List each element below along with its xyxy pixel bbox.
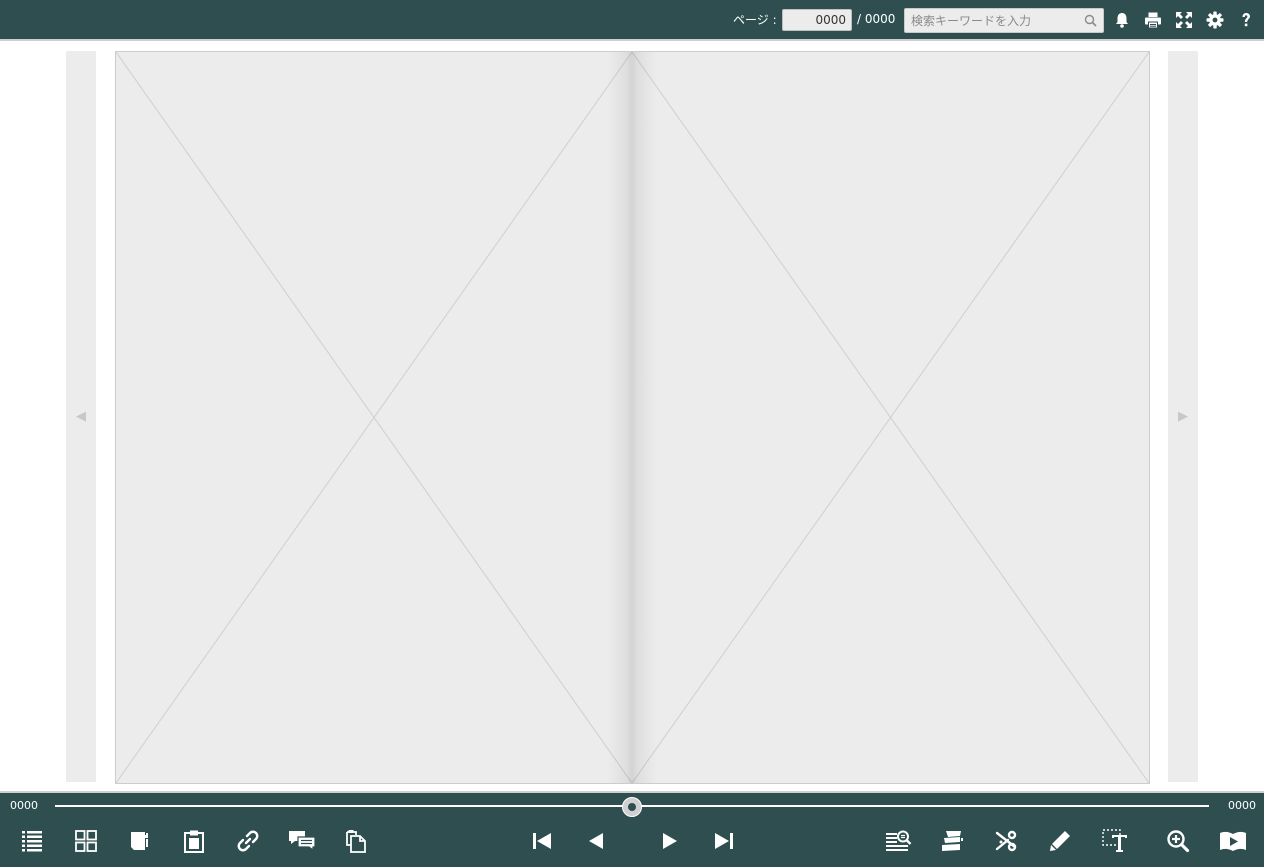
page-label: ページ : bbox=[733, 13, 777, 27]
chevron-right-icon: ▶ bbox=[1178, 409, 1188, 424]
page-spread[interactable] bbox=[115, 51, 1150, 784]
bell-icon[interactable] bbox=[1112, 10, 1132, 30]
table-of-contents-icon[interactable] bbox=[20, 829, 44, 853]
pen-icon[interactable] bbox=[1048, 829, 1072, 853]
thumbnails-icon[interactable] bbox=[74, 829, 98, 853]
search-box bbox=[904, 8, 1104, 33]
page-number-input[interactable] bbox=[782, 9, 852, 31]
page-slider-thumb[interactable] bbox=[622, 797, 642, 817]
first-page-icon[interactable] bbox=[530, 829, 554, 853]
help-icon[interactable] bbox=[1236, 10, 1256, 30]
book-gutter-shadow bbox=[607, 52, 657, 783]
copy-pages-icon[interactable] bbox=[344, 829, 368, 853]
zoom-in-icon[interactable] bbox=[1166, 829, 1190, 853]
prev-page-arrow[interactable]: ◀ bbox=[66, 51, 96, 782]
settings-icon[interactable] bbox=[1205, 10, 1225, 30]
page-total: / 0000 bbox=[857, 12, 896, 26]
comments-icon[interactable] bbox=[288, 829, 316, 853]
previous-page-icon[interactable] bbox=[584, 829, 608, 853]
last-page-icon[interactable] bbox=[712, 829, 736, 853]
bottom-toolbar: 0000 0000 bbox=[0, 791, 1264, 867]
text-select-icon[interactable] bbox=[1102, 829, 1127, 853]
search-input[interactable] bbox=[905, 9, 1080, 32]
clip-icon[interactable] bbox=[994, 829, 1018, 853]
next-page-icon[interactable] bbox=[658, 829, 682, 853]
search-text-icon[interactable] bbox=[886, 829, 912, 853]
sticky-notes-icon[interactable] bbox=[940, 829, 964, 853]
bookmark-icon[interactable] bbox=[128, 829, 152, 853]
page-viewer: ◀ ▶ bbox=[0, 43, 1264, 791]
print-icon[interactable] bbox=[1143, 10, 1163, 30]
fullscreen-icon[interactable] bbox=[1174, 10, 1194, 30]
clipboard-icon[interactable] bbox=[182, 829, 206, 853]
slider-max-label: 0000 bbox=[1228, 799, 1256, 812]
chevron-left-icon: ◀ bbox=[76, 409, 86, 424]
slider-min-label: 0000 bbox=[10, 799, 38, 812]
top-toolbar: ページ : / 0000 bbox=[0, 0, 1264, 41]
slideshow-icon[interactable] bbox=[1219, 829, 1246, 853]
next-page-arrow[interactable]: ▶ bbox=[1168, 51, 1198, 782]
link-icon[interactable] bbox=[236, 829, 260, 853]
search-icon[interactable] bbox=[1084, 14, 1097, 27]
